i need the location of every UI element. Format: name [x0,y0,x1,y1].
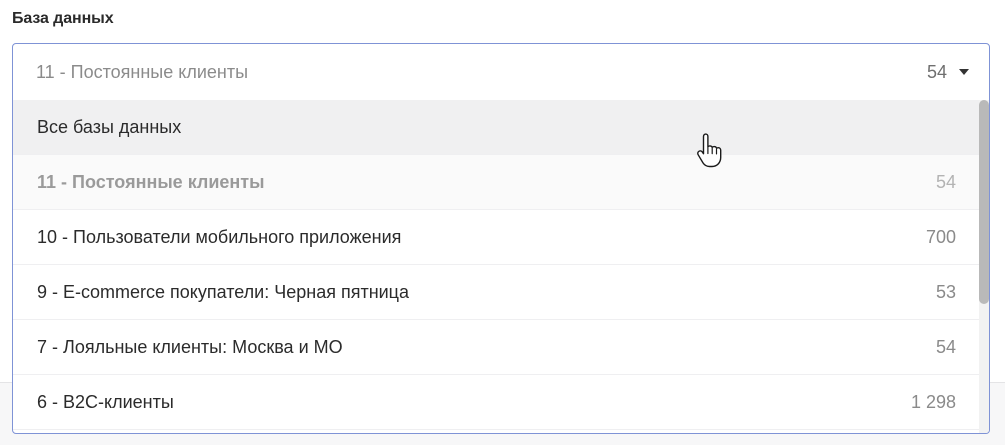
select-header[interactable]: 11 - Постоянные клиенты 54 [13,44,989,100]
option-regular-clients[interactable]: 11 - Постоянные клиенты 54 [13,155,979,210]
selected-value: 11 - Постоянные клиенты [36,62,249,82]
option-count: 54 [935,337,956,357]
database-select[interactable]: 11 - Постоянные клиенты 54 Все базы данн… [12,43,990,434]
option-count: 700 [925,227,956,247]
scrollbar-thumb[interactable] [979,100,989,304]
option-label: 11 - Постоянные клиенты [37,172,265,192]
option-label: 7 - Лояльные клиенты: Москва и МО [37,337,343,357]
caret-down-icon[interactable] [959,69,969,75]
option-label: 9 - E-commerce покупатели: Черная пятниц… [37,282,410,302]
page: База данных 11 - Постоянные клиенты 54 В… [0,0,1005,445]
option-b2c-clients[interactable]: 6 - B2C-клиенты 1 298 [13,375,979,430]
option-loyal-clients-moscow[interactable]: 7 - Лояльные клиенты: Москва и МО 54 [13,320,979,375]
option-ecommerce-black-friday[interactable]: 9 - E-commerce покупатели: Черная пятниц… [13,265,979,320]
option-mobile-app-users[interactable]: 10 - Пользователи мобильного приложения … [13,210,979,265]
option-all-databases[interactable]: Все базы данных [13,100,979,155]
option-count: 1 298 [910,392,956,412]
field-label: База данных [12,10,114,27]
scrollbar[interactable] [979,100,989,433]
option-label: 10 - Пользователи мобильного приложения [37,227,402,247]
option-label: Все базы данных [37,117,182,137]
option-count: 53 [935,282,956,302]
option-label: 6 - B2C-клиенты [37,392,174,412]
selected-count: 54 [926,62,947,82]
dropdown-list: Все базы данных 11 - Постоянные клиенты … [13,100,979,433]
option-count: 54 [935,172,956,192]
